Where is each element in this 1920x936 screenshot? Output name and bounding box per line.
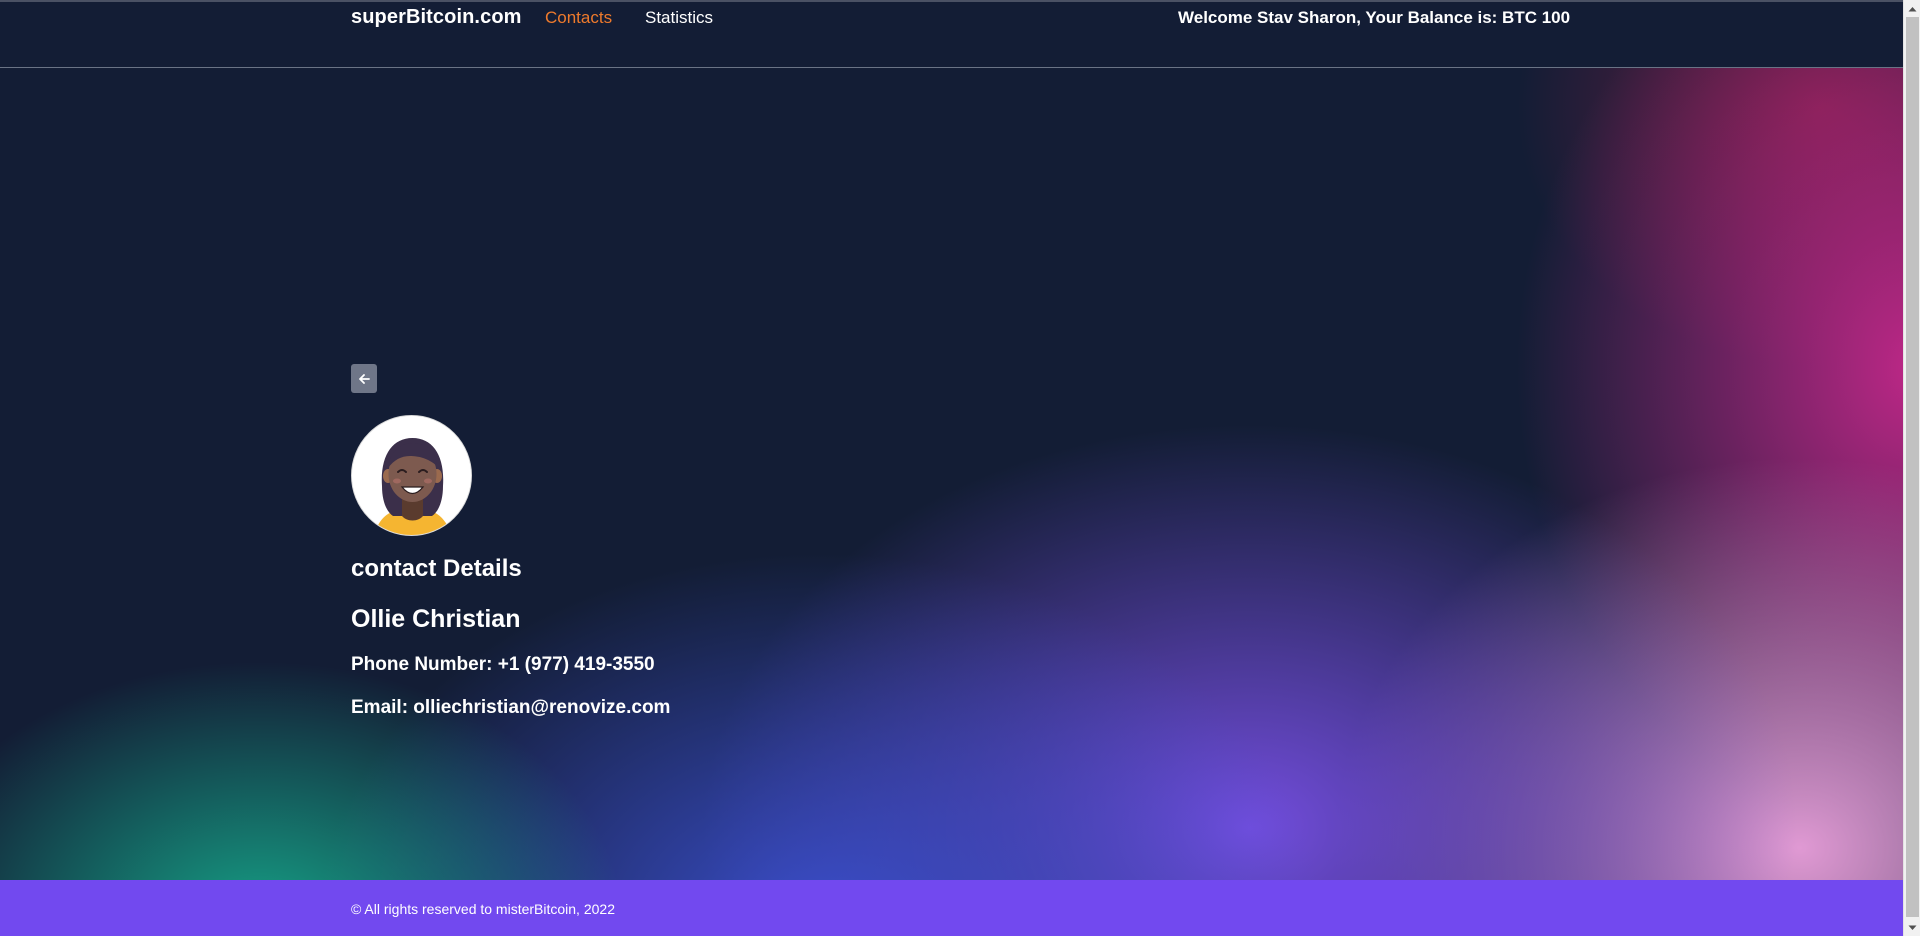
- section-title: contact Details: [351, 555, 522, 582]
- arrow-left-icon: [359, 373, 370, 384]
- scroll-down-arrow-icon[interactable]: [1904, 919, 1920, 936]
- nav-link-statistics[interactable]: Statistics: [645, 8, 713, 28]
- back-button[interactable]: [351, 364, 377, 393]
- brand-logo[interactable]: superBitcoin.com: [351, 6, 522, 29]
- contact-email: Email: olliechristian@renovize.com: [351, 697, 671, 718]
- contact-details-section: contact Details Ollie Christian Phone Nu…: [0, 68, 1903, 880]
- person-avatar-icon: [352, 416, 471, 535]
- contact-phone: Phone Number: +1 (977) 419-3550: [351, 654, 655, 675]
- contact-name: Ollie Christian: [351, 605, 521, 633]
- app-footer: © All rights reserved to misterBitcoin, …: [0, 880, 1903, 936]
- page: superBitcoin.com Contacts Statistics Wel…: [0, 0, 1920, 936]
- footer-copyright: © All rights reserved to misterBitcoin, …: [351, 901, 615, 917]
- scroll-up-arrow-icon[interactable]: [1904, 0, 1920, 17]
- nav-link-contacts[interactable]: Contacts: [545, 8, 612, 28]
- scrollbar-thumb[interactable]: [1906, 17, 1919, 917]
- app-header: superBitcoin.com Contacts Statistics Wel…: [0, 0, 1903, 68]
- contact-avatar: [351, 415, 472, 536]
- viewport: superBitcoin.com Contacts Statistics Wel…: [0, 0, 1903, 936]
- vertical-scrollbar[interactable]: [1903, 0, 1920, 936]
- welcome-balance: Welcome Stav Sharon, Your Balance is: BT…: [1178, 8, 1571, 27]
